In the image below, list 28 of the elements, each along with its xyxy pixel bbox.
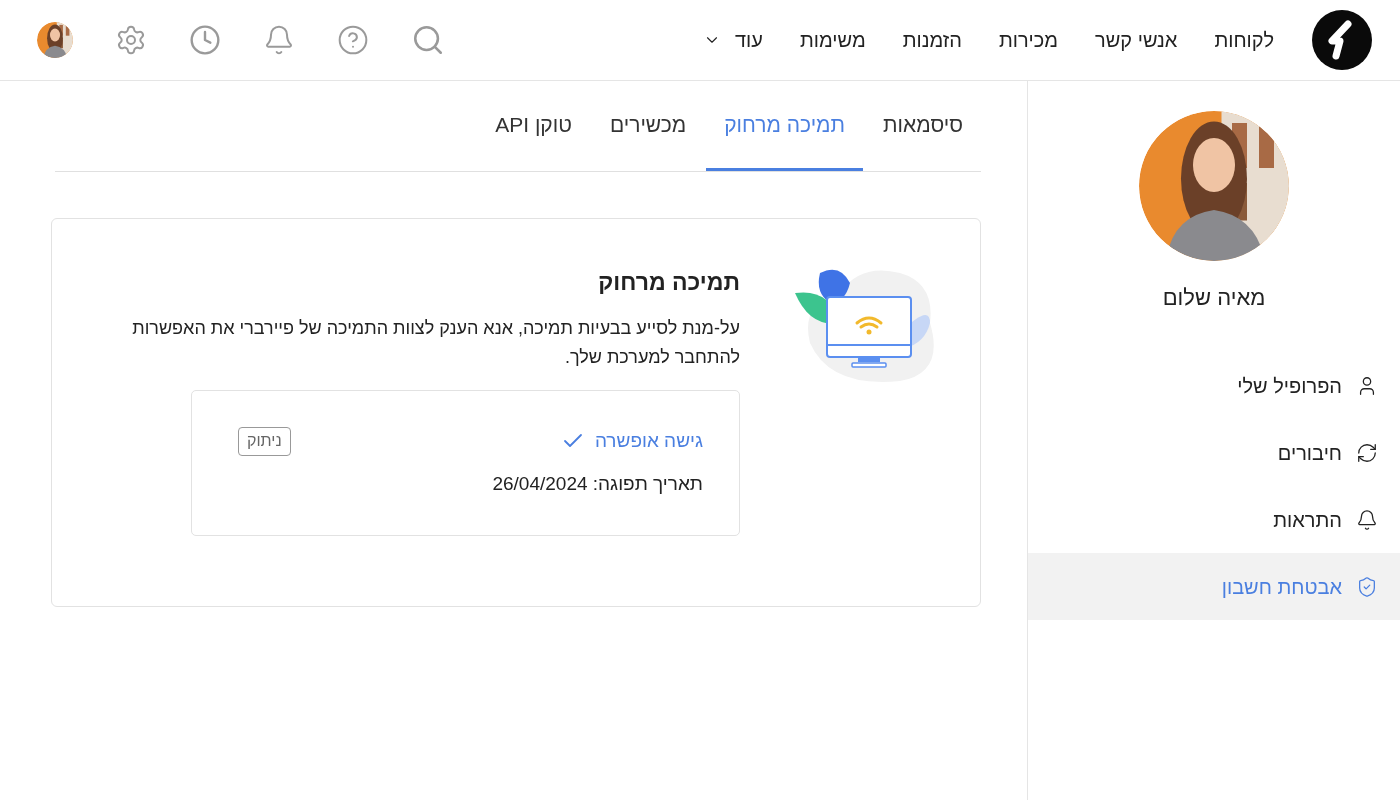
tab[interactable]: סיסמאות (865, 81, 981, 171)
disconnect-button[interactable]: ניתוק (238, 426, 291, 456)
bell-icon[interactable] (263, 24, 295, 56)
sidebar-item[interactable]: התראות (1028, 486, 1400, 553)
more-menu[interactable]: עוד (703, 25, 763, 55)
sync-icon (1356, 441, 1378, 464)
tab[interactable]: מכשירים (591, 81, 705, 171)
nav-link[interactable]: משימות (799, 25, 866, 55)
clock-icon[interactable] (189, 24, 221, 56)
logo-icon[interactable] (1312, 10, 1372, 70)
search-icon[interactable] (411, 23, 445, 57)
expiry-date: תאריך תפוגה: 26/04/2024 (491, 471, 703, 496)
shield-icon (1356, 575, 1378, 598)
bell-icon (1356, 508, 1378, 531)
nav-link[interactable]: אנשי קשר (1095, 25, 1178, 55)
nav-link[interactable]: הזמנות (902, 25, 962, 55)
tab[interactable]: תמיכה מרחוק (706, 81, 864, 171)
card-description: על-מנת לסייע בבעיות תמיכה, אנא הענק לצוות התמיכה של פיירברי את האפשרות להתחבר למערכת שלך. (131, 316, 740, 369)
sidebar-item[interactable]: הפרופיל שלי (1028, 352, 1400, 419)
settings-icon[interactable] (115, 24, 147, 56)
access-status: גישה אופשרה (560, 426, 703, 456)
help-icon[interactable] (337, 24, 369, 56)
sidebar-item[interactable]: חיבורים (1028, 419, 1400, 486)
nav-link[interactable]: מכירות (998, 25, 1059, 55)
nav-link[interactable]: לקוחות (1214, 25, 1274, 55)
card-title: תמיכה מרחוק (597, 268, 740, 297)
tab[interactable]: טוקן API (477, 81, 590, 171)
user-name: מאיה שלום (1162, 284, 1266, 312)
